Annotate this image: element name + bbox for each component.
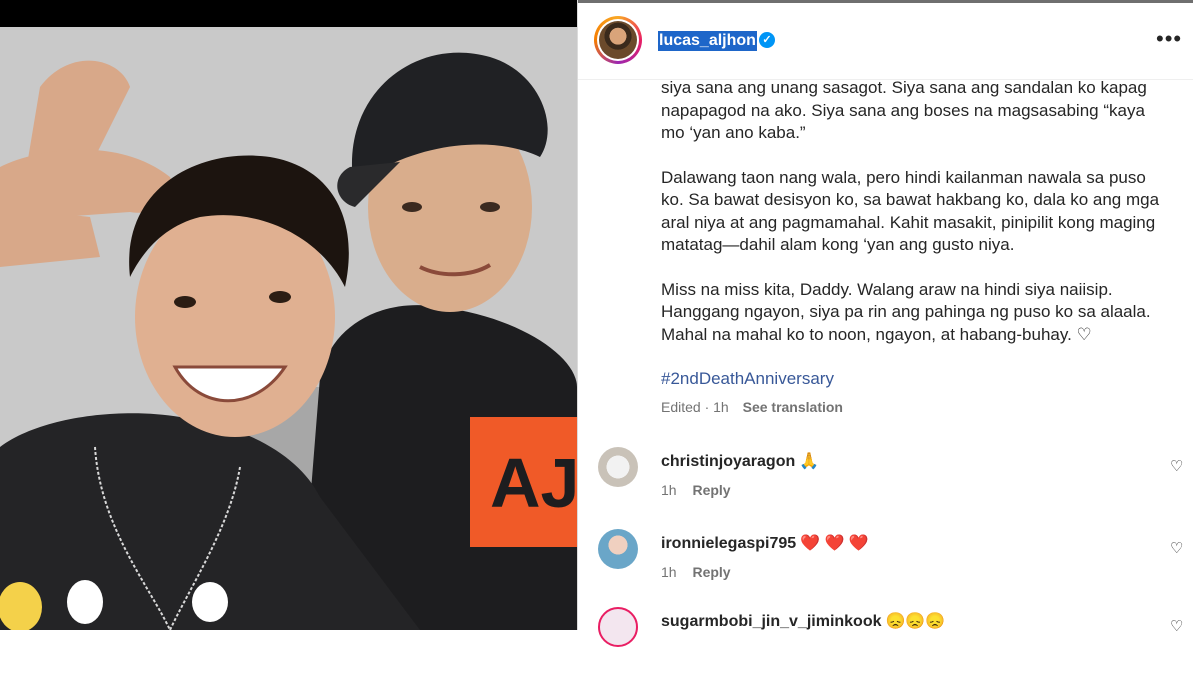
commenter-username[interactable]: christinjoyaragon	[661, 453, 795, 470]
reply-button[interactable]: Reply	[692, 482, 730, 498]
edited-time: Edited · 1h	[661, 399, 729, 415]
heart-icon[interactable]: ♡	[1170, 539, 1183, 557]
author-avatar[interactable]	[594, 16, 642, 64]
comment-time: 1h	[661, 564, 677, 580]
commenter-username[interactable]: ironnielegaspi795	[661, 535, 796, 552]
post-details-panel: lucas_aljhon ✓ ••• siya sana ang unang s…	[578, 3, 1193, 647]
comment-item: christinjoyaragon 🙏 1h Reply ♡	[578, 447, 1193, 527]
heart-icon[interactable]: ♡	[1170, 457, 1183, 475]
heart-icon[interactable]: ♡	[1170, 617, 1183, 635]
comment-item: sugarmbobi_jin_v_jiminkook 😞😞😞 ♡	[578, 607, 1193, 687]
post-caption: siya sana ang unang sasagot. Siya sana a…	[661, 77, 1171, 368]
comment-time: 1h	[661, 482, 677, 498]
commenter-username[interactable]: sugarmbobi_jin_v_jiminkook	[661, 613, 882, 630]
commenter-avatar[interactable]	[598, 447, 638, 487]
svg-text:AJ: AJ	[490, 444, 577, 522]
commenter-avatar[interactable]	[598, 607, 638, 647]
hashtag-link[interactable]: #2ndDeathAnniversary	[661, 369, 834, 389]
comment-item: ironnielegaspi795 ❤️ ❤️ ❤️ 1h Reply ♡	[578, 529, 1193, 609]
commenter-avatar[interactable]	[598, 529, 638, 569]
caption-paragraph: siya sana ang unang sasagot. Siya sana a…	[661, 78, 1147, 142]
caption-paragraph: Dalawang taon nang wala, pero hindi kail…	[661, 167, 1160, 255]
post-photo[interactable]: AJ	[0, 27, 577, 630]
more-options-icon[interactable]: •••	[1156, 28, 1182, 50]
comment-text: ❤️ ❤️ ❤️	[800, 535, 869, 552]
comment-text: 🙏	[799, 453, 820, 470]
reply-button[interactable]: Reply	[692, 564, 730, 580]
photo-top-bar	[0, 0, 577, 27]
verified-badge-icon: ✓	[759, 32, 775, 48]
post-meta: Edited · 1h See translation	[661, 399, 843, 415]
selfie-illustration: AJ	[0, 27, 577, 630]
post-header: lucas_aljhon ✓ •••	[578, 3, 1193, 80]
author-username[interactable]: lucas_aljhon	[658, 31, 757, 51]
comment-text: 😞😞😞	[885, 613, 946, 630]
caption-paragraph: Miss na miss kita, Daddy. Walang araw na…	[661, 279, 1151, 344]
see-translation-button[interactable]: See translation	[743, 399, 843, 415]
